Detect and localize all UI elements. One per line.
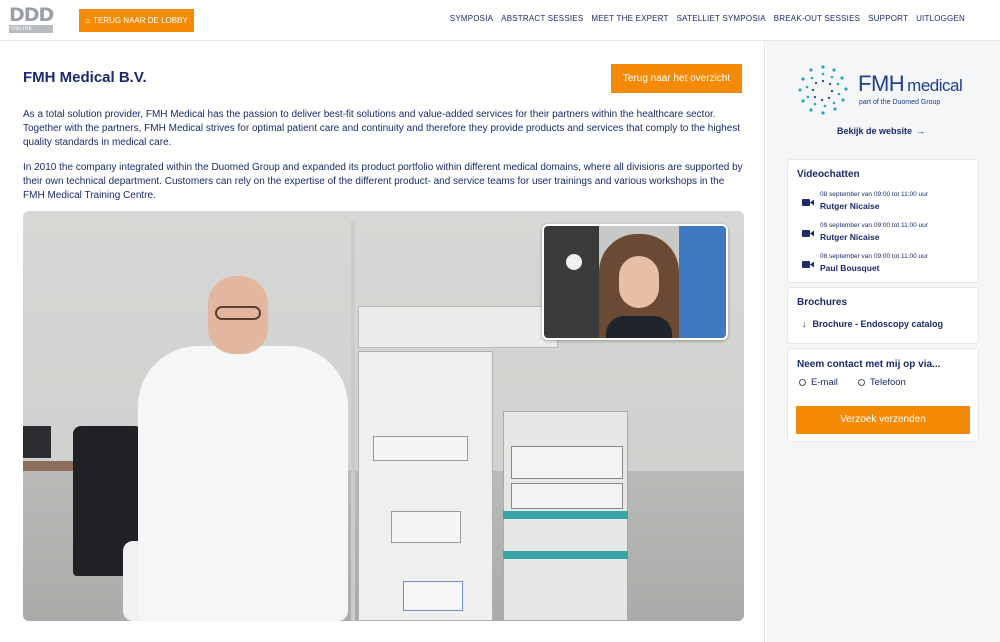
video-presenter	[138, 346, 348, 621]
view-website-link[interactable]: Bekijk de website →	[837, 126, 925, 136]
brand-name-fmh: FMH	[858, 71, 905, 96]
nav-item-abstract-sessies[interactable]: ABSTRACT SESSIES	[501, 14, 583, 23]
videochat-slot-name: Paul Bousquet	[820, 263, 880, 273]
pip-speaker-face	[619, 256, 659, 308]
pip-speaker-shirt	[606, 316, 672, 338]
video-device	[391, 511, 461, 543]
description-paragraph: In 2010 the company integrated within th…	[23, 162, 743, 201]
arrow-right-icon: →	[916, 126, 926, 136]
video-box	[403, 581, 463, 611]
contact-option-label: Telefoon	[869, 377, 906, 388]
logo-text: DDD	[9, 4, 54, 26]
top-bar: DDD ONLINE ⌂ TERUG NAAR DE LOBBY SYMPOSIA…	[0, 0, 1000, 41]
download-arrow-icon: ↓	[802, 319, 807, 329]
nav-item-support[interactable]: SUPPORT	[868, 14, 908, 23]
contact-method-options: E-mail Telefoon	[799, 377, 906, 388]
picture-in-picture-video[interactable]	[542, 224, 728, 340]
videochat-card: Videochatten 08 september van 09:00 tot …	[787, 159, 979, 283]
video-drawer	[503, 511, 628, 519]
brand-name-medical: medical	[907, 76, 963, 95]
main-content: FMH Medical B.V. Terug naar het overzich…	[0, 41, 765, 642]
page-title: FMH Medical B.V.	[23, 69, 147, 86]
video-iv-pole	[351, 221, 355, 621]
video-camera-icon	[802, 199, 814, 206]
radio-button[interactable]	[857, 379, 865, 386]
description-paragraph: As a total solution provider, FMH Medica…	[23, 109, 741, 148]
videochat-slot-name: Rutger Nicaise	[820, 201, 880, 211]
video-drawer	[503, 551, 628, 559]
main-nav: SYMPOSIA ABSTRACT SESSIES MEET THE EXPER…	[450, 14, 965, 23]
sidebar: FMH medical part of the Duomed Group Beki…	[766, 41, 1000, 642]
video-camera-icon	[802, 230, 814, 237]
nav-item-uitloggen[interactable]: UITLOGGEN	[916, 14, 965, 23]
videochat-slot-date: 09 september van 09:00 tot 11:00 uur	[820, 222, 928, 229]
radio-button[interactable]	[799, 379, 806, 386]
videochat-slot[interactable]: 08 september van 09:00 tot 11:00 uur Pau…	[800, 253, 975, 277]
back-to-lobby-button[interactable]: ⌂ TERUG NAAR DE LOBBY	[79, 9, 194, 32]
videochat-slot-name: Rutger Nicaise	[820, 232, 880, 242]
ddd-online-logo[interactable]: DDD ONLINE	[9, 5, 55, 36]
home-icon: ⌂	[85, 16, 91, 25]
video-presenter-glasses	[215, 306, 261, 320]
contact-title: Neem contact met mij op via...	[797, 359, 941, 370]
video-camera-icon	[802, 261, 814, 268]
fmh-medical-logo: FMH medical part of the Duomed Group	[796, 63, 976, 119]
contact-option-label: E-mail	[811, 377, 838, 388]
video-monitor	[23, 426, 51, 458]
video-device	[373, 436, 468, 461]
send-request-button[interactable]: Verzoek verzenden	[796, 406, 970, 434]
nav-item-symposia[interactable]: SYMPOSIA	[450, 14, 493, 23]
brochures-card: Brochures ↓ Brochure - Endoscopy catalog	[787, 287, 979, 344]
contact-option-phone[interactable]: Telefoon	[857, 377, 906, 388]
brand-name: FMH medical	[858, 71, 963, 97]
fmh-logo-mark-icon	[798, 65, 848, 115]
video-supply-shelf	[358, 306, 558, 348]
pip-background	[544, 226, 599, 338]
videochat-slot-date: 08 september van 09:00 tot 11:00 uur	[820, 253, 928, 260]
video-device	[511, 483, 623, 509]
video-player[interactable]	[23, 211, 744, 621]
logo-subtext: ONLINE	[9, 25, 53, 33]
pip-flower	[566, 254, 582, 270]
view-website-label: Bekijk de website	[837, 126, 913, 136]
videochat-slot-date: 08 september van 09:00 tot 11:00 uur	[820, 191, 928, 198]
lobby-button-label: TERUG NAAR DE LOBBY	[93, 16, 188, 25]
nav-item-meet-the-expert[interactable]: MEET THE EXPERT	[591, 14, 668, 23]
brand-tagline: part of the Duomed Group	[859, 99, 941, 106]
nav-item-satelliet-symposia[interactable]: SATELLIET SYMPOSIA	[677, 14, 766, 23]
nav-item-break-out-sessies[interactable]: BREAK-OUT SESSIES	[774, 14, 860, 23]
contact-card: Neem contact met mij op via... E-mail Te…	[787, 348, 979, 442]
video-device	[511, 446, 623, 479]
brochures-title: Brochures	[797, 297, 848, 308]
videochat-slot[interactable]: 09 september van 09:00 tot 11:00 uur Rut…	[800, 222, 975, 246]
back-to-overview-button[interactable]: Terug naar het overzicht	[611, 64, 742, 93]
videochat-slot[interactable]: 08 september van 09:00 tot 11:00 uur Rut…	[800, 191, 975, 215]
pip-banner	[679, 226, 726, 338]
brochure-download-link[interactable]: ↓ Brochure - Endoscopy catalog	[802, 319, 943, 329]
videochat-title: Videochatten	[797, 169, 860, 180]
contact-option-email[interactable]: E-mail	[799, 377, 838, 388]
brochure-label: Brochure - Endoscopy catalog	[812, 319, 944, 329]
